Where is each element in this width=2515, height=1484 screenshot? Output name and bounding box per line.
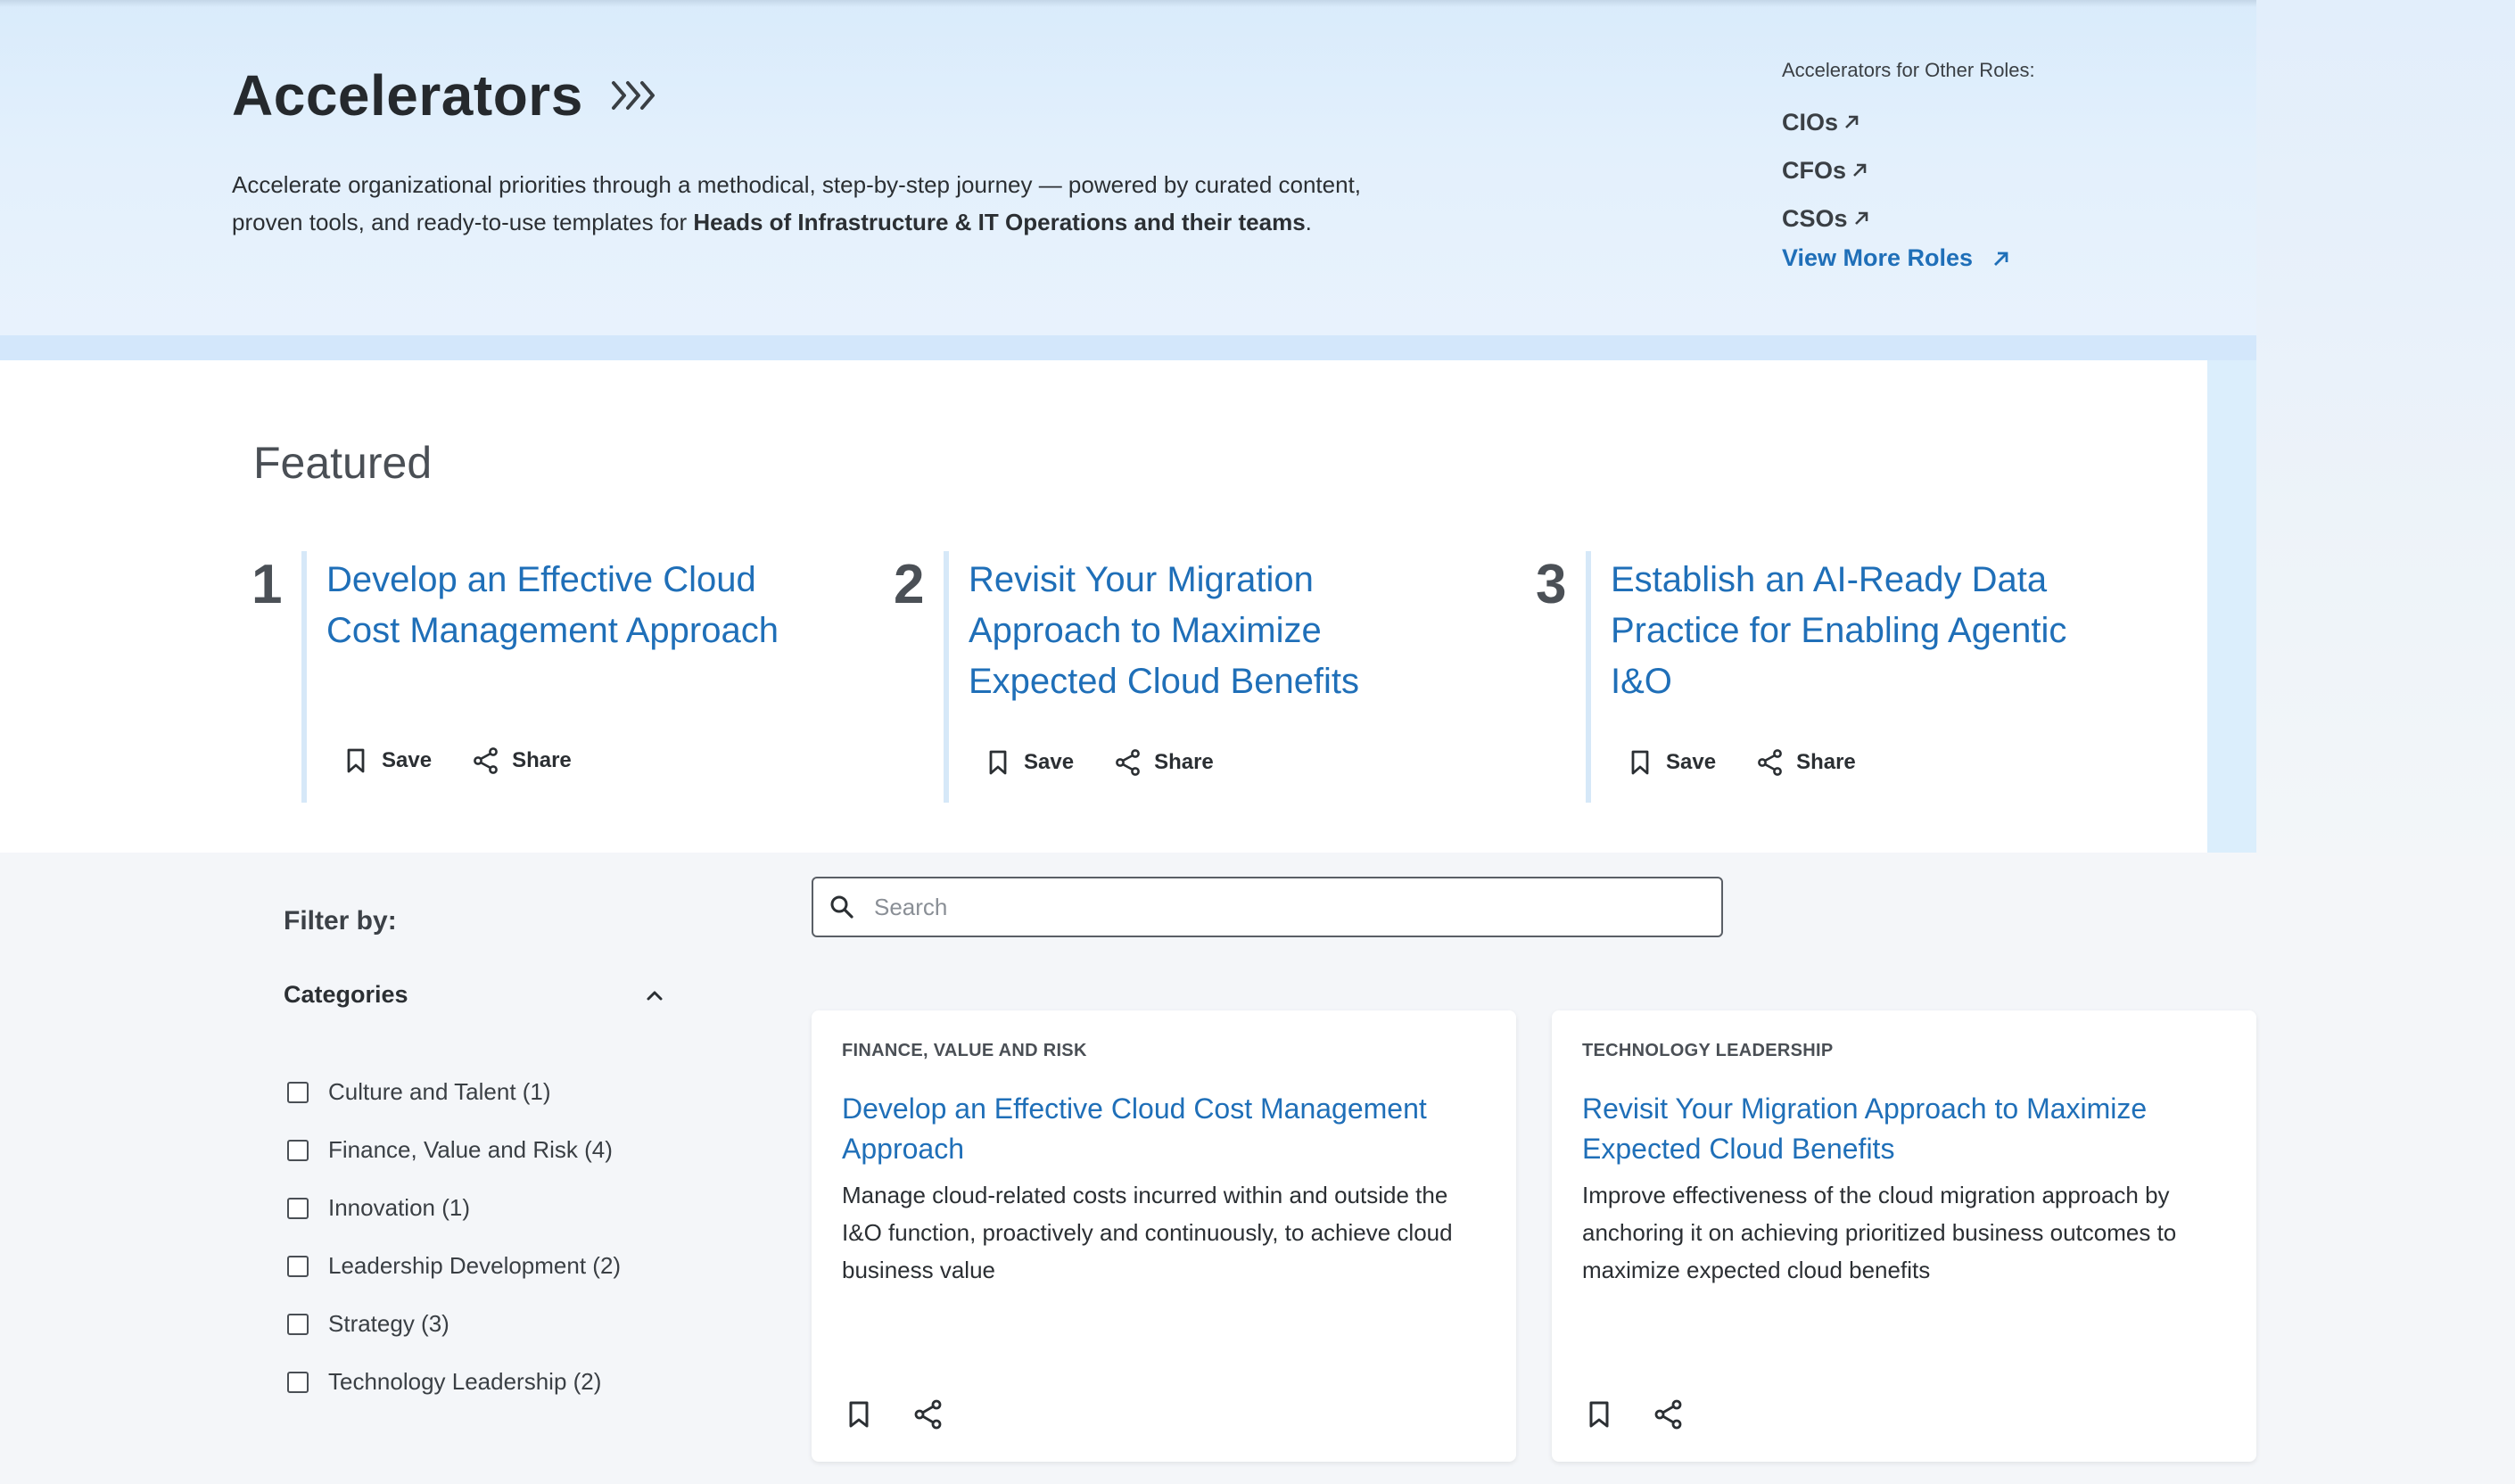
checkbox[interactable] [287,1371,309,1393]
categories-title: Categories [284,981,408,1008]
bookmark-icon [1631,750,1649,775]
category-option[interactable]: Leadership Development (2) [287,1237,621,1295]
featured-item: 1 Develop an Effective Cloud Cost Manage… [252,551,822,803]
save-button[interactable]: Save [341,746,432,776]
arrow-up-right-icon [1845,115,1859,128]
featured-number: 3 [1536,554,1567,615]
bookmark-icon[interactable] [1582,1397,1616,1431]
share-label: Share [1154,750,1214,774]
accelerator-card: TECHNOLOGY LEADERSHIP Revisit Your Migra… [1552,1010,2256,1462]
chevrons-right-icon [608,76,662,115]
view-more-label: View More Roles [1782,244,1974,271]
card-description: Improve effectiveness of the cloud migra… [1582,1182,2177,1283]
bookmark-icon [989,750,1007,775]
category-option[interactable]: Innovation (1) [287,1179,621,1237]
share-label: Share [1796,750,1856,774]
checkbox[interactable] [287,1081,309,1103]
featured-number: 1 [252,554,283,615]
category-label: Finance, Value and Risk (4) [328,1136,613,1163]
share-icon[interactable] [911,1397,945,1431]
categories-toggle[interactable]: Categories [284,981,667,1009]
checkbox[interactable] [287,1139,309,1161]
view-more-roles-link[interactable]: View More Roles [1782,244,2035,272]
role-link-csos[interactable]: CSOs [1782,194,2035,243]
arrow-up-right-icon [1853,163,1867,177]
share-icon [474,747,498,774]
category-option[interactable]: Strategy (3) [287,1295,621,1353]
role-link-label: CFOs [1782,156,1847,184]
category-label: Strategy (3) [328,1310,449,1337]
featured-title: Featured [253,438,433,488]
card-title-link[interactable]: Revisit Your Migration Approach to Maxim… [1582,1089,2224,1169]
search-icon [830,895,853,919]
featured-link[interactable]: Develop an Effective Cloud Cost Manageme… [326,555,808,656]
card-category: FINANCE, VALUE AND RISK [842,1041,1087,1060]
save-label: Save [1666,750,1717,774]
category-option[interactable]: Technology Leadership (2) [287,1353,621,1411]
category-label: Innovation (1) [328,1194,470,1221]
role-link-cfos[interactable]: CFOs [1782,146,2035,194]
featured-frame-side [2207,360,2256,853]
arrow-up-right-icon [1854,211,1868,225]
save-label: Save [1024,750,1075,774]
category-label: Culture and Talent (1) [328,1078,551,1105]
card-actions [842,1397,945,1431]
arrow-up-right-icon [1994,251,2008,266]
card-actions [1582,1397,1686,1431]
accelerator-card: FINANCE, VALUE AND RISK Develop an Effec… [812,1010,1516,1462]
card-description: Manage cloud-related costs incurred with… [842,1182,1453,1283]
share-icon[interactable] [1652,1397,1686,1431]
featured-item: 3 Establish an AI-Ready Data Practice fo… [1536,551,2107,803]
card-title-link[interactable]: Develop an Effective Cloud Cost Manageme… [842,1089,1484,1169]
intro-bold: Heads of Infrastructure & IT Operations … [693,209,1306,235]
page-title: Accelerators [232,63,583,128]
featured-actions: Save Share [983,747,1214,778]
share-icon [1116,749,1140,776]
save-button[interactable]: Save [1625,747,1716,778]
bookmark-icon [347,748,365,773]
checkbox[interactable] [287,1313,309,1335]
category-option[interactable]: Culture and Talent (1) [287,1063,621,1121]
save-button[interactable]: Save [983,747,1074,778]
featured-actions: Save Share [341,746,572,776]
featured-actions: Save Share [1625,747,1856,778]
search-input[interactable] [874,893,1677,921]
share-button[interactable]: Share [471,746,572,776]
background-fade [2256,0,2515,856]
bookmark-icon[interactable] [842,1397,876,1431]
category-label: Technology Leadership (2) [328,1368,602,1395]
chevron-up-icon [647,991,663,1000]
intro-end: . [1305,209,1312,235]
card-category: TECHNOLOGY LEADERSHIP [1582,1041,1834,1060]
category-label: Leadership Development (2) [328,1252,622,1279]
share-button[interactable]: Share [1113,747,1214,778]
checkbox[interactable] [287,1255,309,1277]
featured-divider [944,551,949,803]
filter-title: Filter by: [284,906,397,936]
featured-link[interactable]: Establish an AI-Ready Data Practice for … [1611,555,2092,707]
featured-item: 2 Revisit Your Migration Approach to Max… [894,551,1464,803]
featured-divider [301,551,307,803]
share-label: Share [512,748,572,772]
intro-text: Accelerate organizational priorities thr… [232,166,1391,241]
checkbox[interactable] [287,1197,309,1219]
featured-divider [1586,551,1591,803]
title-row: Accelerators [232,62,662,128]
share-button[interactable]: Share [1755,747,1856,778]
share-icon [1758,749,1782,776]
role-link-cios[interactable]: CIOs [1782,98,2035,146]
role-link-label: CIOs [1782,108,1839,136]
category-option[interactable]: Finance, Value and Risk (4) [287,1121,621,1179]
featured-link[interactable]: Revisit Your Migration Approach to Maxim… [969,555,1450,707]
search-box[interactable] [812,877,1723,937]
save-label: Save [382,748,433,772]
role-link-label: CSOs [1782,204,1848,232]
categories-list: Culture and Talent (1) Finance, Value an… [287,1063,621,1411]
other-roles-label: Accelerators for Other Roles: [1782,59,2035,81]
other-roles-panel: Accelerators for Other Roles: CIOs CFOs … [1782,59,2035,272]
featured-number: 2 [894,554,925,615]
